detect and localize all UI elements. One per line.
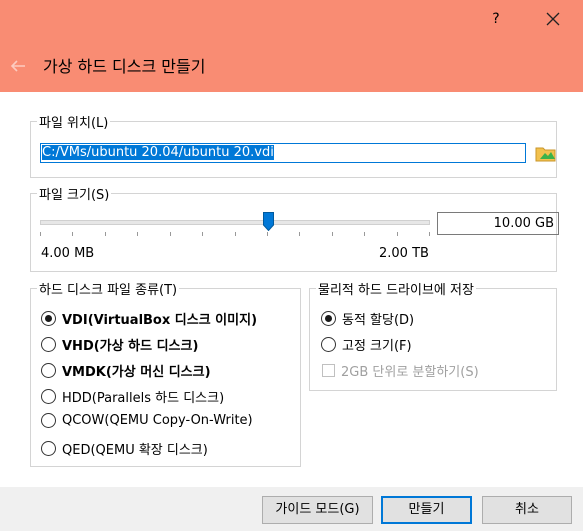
size-value-input[interactable]: 10.00 GB — [437, 212, 559, 235]
dialog-title: 가상 하드 디스크 만들기 — [43, 57, 206, 76]
size-min-label: 4.00 MB — [41, 246, 95, 261]
radio-button[interactable] — [321, 337, 336, 352]
slider-tick — [397, 232, 398, 236]
slider-track — [40, 220, 430, 225]
help-button[interactable]: ? — [484, 8, 508, 30]
disk-type-option[interactable]: HDD(Parallels 하드 디스크) — [41, 387, 224, 406]
option-label: 고정 크기(F) — [342, 339, 412, 354]
file-size-legend: 파일 크기(S) — [39, 188, 110, 203]
cancel-button[interactable]: 취소 — [482, 496, 572, 524]
slider-tick — [235, 232, 236, 236]
option-label: QCOW(QEMU Copy-On-Write) — [62, 413, 253, 428]
checkbox — [322, 364, 335, 377]
dialog-header: ? 가상 하드 디스크 만들기 — [0, 0, 583, 92]
option-label: VHD(가상 하드 디스크) — [62, 339, 199, 354]
back-arrow-icon[interactable] — [8, 56, 28, 76]
slider-tick — [332, 232, 333, 236]
slider-tick — [40, 232, 41, 236]
guided-mode-button[interactable]: 가이드 모드(G) — [262, 496, 373, 524]
slider-tick — [137, 232, 138, 236]
file-location-legend: 파일 위치(L) — [39, 116, 109, 131]
file-path-value: C:/VMs/ubuntu 20.04/ubuntu 20.vdi — [42, 145, 274, 160]
disk-type-legend: 하드 디스크 파일 종류(T) — [39, 283, 178, 298]
dynamic-allocation-option[interactable]: 동적 할당(D) — [321, 309, 414, 328]
slider-tick — [364, 232, 365, 236]
radio-button[interactable] — [321, 311, 336, 326]
slider-tick — [72, 232, 73, 236]
slider-tick — [105, 232, 106, 236]
option-label: 2GB 단위로 분할하기(S) — [341, 365, 479, 380]
option-label: HDD(Parallels 하드 디스크) — [62, 391, 225, 406]
disk-type-option[interactable]: QED(QEMU 확장 디스크) — [41, 439, 208, 458]
radio-button[interactable] — [41, 441, 56, 456]
slider-tick — [170, 232, 171, 236]
storage-legend: 물리적 하드 드라이브에 저장 — [318, 283, 474, 298]
option-label: 동적 할당(D) — [342, 313, 415, 328]
file-path-input[interactable]: C:/VMs/ubuntu 20.04/ubuntu 20.vdi — [40, 143, 526, 163]
size-slider[interactable] — [40, 212, 430, 236]
size-max-label: 2.00 TB — [379, 246, 429, 261]
create-button[interactable]: 만들기 — [381, 496, 472, 524]
split-2gb-option: 2GB 단위로 분할하기(S) — [322, 361, 479, 380]
radio-button[interactable] — [41, 363, 56, 378]
radio-button[interactable] — [41, 311, 56, 326]
disk-type-option[interactable]: VHD(가상 하드 디스크) — [41, 335, 198, 354]
radio-button[interactable] — [41, 337, 56, 352]
disk-type-option[interactable]: VMDK(가상 머신 디스크) — [41, 361, 211, 380]
slider-thumb[interactable] — [263, 212, 275, 231]
slider-tick — [299, 232, 300, 236]
folder-icon[interactable] — [535, 143, 557, 163]
slider-tick — [267, 232, 268, 236]
slider-tick — [202, 232, 203, 236]
option-label: VMDK(가상 머신 디스크) — [62, 365, 211, 380]
fixed-size-option[interactable]: 고정 크기(F) — [321, 335, 412, 354]
radio-button[interactable] — [41, 413, 56, 428]
close-icon[interactable] — [540, 6, 566, 32]
option-label: VDI(VirtualBox 디스크 이미지) — [62, 313, 258, 328]
disk-type-option[interactable]: QCOW(QEMU Copy-On-Write) — [41, 413, 253, 428]
disk-type-option[interactable]: VDI(VirtualBox 디스크 이미지) — [41, 309, 257, 328]
option-label: QED(QEMU 확장 디스크) — [62, 443, 208, 458]
radio-button[interactable] — [41, 389, 56, 404]
slider-tick — [429, 232, 430, 236]
